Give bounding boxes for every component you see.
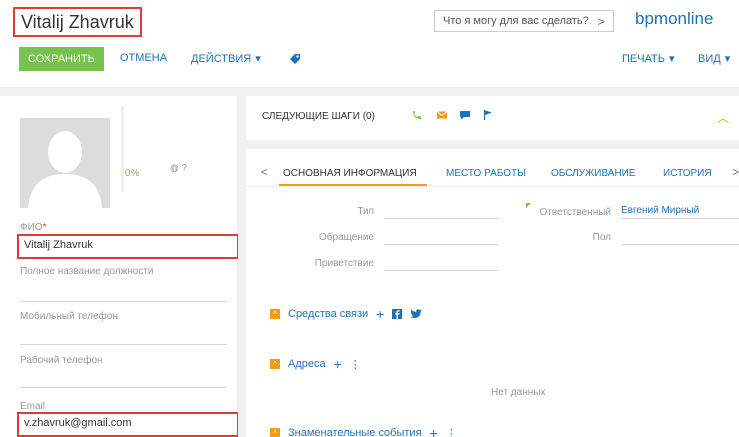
command-line-arrow-icon[interactable]: > — [597, 14, 605, 29]
owner-value[interactable]: Евгений Мирный — [621, 205, 699, 216]
addresses-group-title[interactable]: Адреса — [288, 358, 326, 370]
twitter-icon[interactable] — [410, 309, 423, 319]
globe-glyph: ◍ — [170, 163, 179, 174]
add-event-button[interactable]: + — [430, 425, 438, 437]
header-divider — [0, 88, 739, 96]
chevron-down-icon: ▾ — [724, 53, 731, 65]
record-title: Vitalij Zhavruk — [13, 7, 142, 37]
tab-workplace[interactable]: МЕСТО РАБОТЫ — [446, 168, 526, 179]
fio-label: ФИО* — [20, 222, 47, 233]
actions-button-label: ДЕЙСТВИЯ — [191, 52, 252, 65]
collapse-toggle-icon[interactable]: ^ — [270, 359, 280, 369]
address-label: Обращение — [319, 232, 374, 243]
tab-bar: < ОСНОВНАЯ ИНФОРМАЦИЯ МЕСТО РАБОТЫ ОБСЛУ… — [246, 149, 739, 187]
actions-menu-button[interactable]: ДЕЙСТВИЯ ▾ — [191, 52, 261, 66]
facebook-icon[interactable] — [392, 309, 403, 319]
gender-field[interactable] — [621, 244, 739, 245]
active-tab-indicator — [279, 184, 427, 186]
print-button-label: ПЕЧАТЬ — [622, 52, 665, 65]
cancel-button-label: ОТМЕНА — [120, 52, 168, 64]
collapse-toggle-icon[interactable]: ^ — [270, 428, 280, 437]
chat-icon[interactable] — [459, 109, 471, 121]
avatar[interactable] — [20, 118, 110, 208]
owner-label: Ответственный — [539, 207, 611, 218]
add-address-button[interactable]: + — [334, 356, 342, 372]
gender-label: Пол — [592, 232, 611, 243]
address-field[interactable] — [384, 244, 499, 245]
brand-logo: bpmonline — [635, 9, 714, 28]
details-panel: < ОСНОВНАЯ ИНФОРМАЦИЯ МЕСТО РАБОТЫ ОБСЛУ… — [246, 149, 739, 437]
fio-field[interactable]: Vitalij Zhavruk — [17, 234, 239, 259]
next-steps-panel: СЛЕДУЮЩИЕ ШАГИ (0) ︿ — [246, 96, 739, 140]
tab-service[interactable]: ОБСЛУЖИВАНИЕ — [551, 168, 636, 179]
events-group-title[interactable]: Знаменательные события — [288, 427, 422, 437]
command-line-input[interactable]: Что я могу для вас сделать? > — [434, 10, 614, 32]
addresses-group-header[interactable]: ^ Адреса + ⋮ — [270, 356, 361, 372]
tag-icon[interactable] — [289, 52, 301, 64]
email-label: Email — [20, 401, 46, 412]
more-options-icon[interactable]: ⋮ — [350, 358, 361, 371]
record-content: СЛЕДУЮЩИЕ ШАГИ (0) ︿ < ОСНОВНАЯ ИНФОРМАЦ… — [238, 96, 739, 437]
tab-history[interactable]: ИСТОРИЯ — [663, 168, 712, 179]
command-line-placeholder: Что я могу для вас сделать? — [443, 15, 589, 27]
phone-call-icon[interactable] — [411, 109, 423, 121]
job-title-label: Полное название должности — [20, 266, 154, 277]
collapse-toggle-icon[interactable]: ^ — [270, 309, 280, 319]
mobile-phone-label: Мобильный телефон — [20, 311, 118, 322]
type-label: Тип — [357, 206, 374, 217]
communications-group-title[interactable]: Средства связи — [288, 308, 368, 320]
save-button[interactable]: СОХРАНИТЬ — [19, 47, 104, 71]
type-field[interactable] — [384, 218, 499, 219]
globe-question: ? — [181, 163, 188, 174]
chevron-down-icon: ▾ — [669, 53, 675, 65]
email-field[interactable]: v.zhavruk@gmail.com — [17, 412, 239, 437]
person-silhouette-icon — [20, 118, 110, 208]
tabs-next-arrow-icon[interactable]: > — [732, 165, 739, 179]
mobile-phone-field[interactable] — [20, 344, 227, 345]
work-phone-field[interactable] — [20, 387, 227, 388]
greeting-field[interactable] — [384, 270, 499, 271]
addresses-empty-text: Нет данных — [491, 387, 546, 398]
completeness-percent: 0% — [125, 168, 140, 179]
print-menu-button[interactable]: ПЕЧАТЬ ▾ — [622, 52, 675, 66]
globe-icon[interactable]: ◍ ? — [170, 163, 187, 174]
view-button-label: ВИД — [698, 52, 721, 65]
tabs-prev-arrow-icon[interactable]: < — [261, 165, 268, 179]
next-steps-title: СЛЕДУЮЩИЕ ШАГИ (0) — [262, 111, 375, 122]
cancel-button[interactable]: ОТМЕНА — [120, 52, 167, 64]
profile-panel: 0% ◍ ? ФИО* Vitalij Zhavruk Полное назва… — [8, 96, 239, 437]
add-communication-button[interactable]: + — [376, 306, 384, 322]
owner-field[interactable] — [621, 218, 739, 219]
flag-icon[interactable] — [482, 109, 494, 121]
work-phone-label: Рабочий телефон — [20, 355, 103, 366]
email-icon[interactable] — [436, 109, 448, 121]
completeness-bar — [121, 106, 124, 192]
required-mark: * — [42, 222, 47, 233]
events-group-header[interactable]: ^ Знаменательные события + ⋮ — [270, 425, 457, 437]
chevron-down-icon: ▾ — [255, 53, 261, 65]
more-options-icon[interactable]: ⋮ — [446, 427, 457, 437]
job-title-field[interactable] — [20, 301, 227, 302]
tab-main-info[interactable]: ОСНОВНАЯ ИНФОРМАЦИЯ — [283, 168, 417, 179]
collapse-chevron-icon[interactable]: ︿ — [717, 109, 729, 126]
communications-group-header[interactable]: ^ Средства связи + — [270, 306, 423, 322]
greeting-label: Приветствие — [314, 258, 374, 269]
page-header: Vitalij Zhavruk Что я могу для вас сдела… — [0, 0, 739, 88]
view-menu-button[interactable]: ВИД ▾ — [698, 52, 731, 66]
